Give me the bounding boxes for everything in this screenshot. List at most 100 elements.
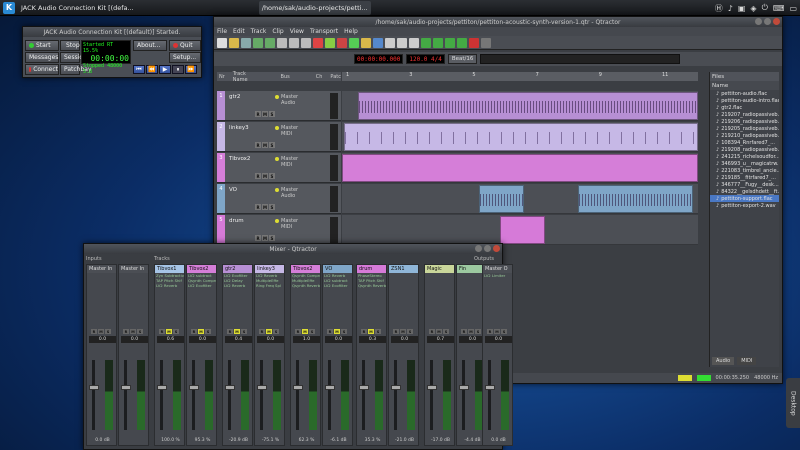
file-item[interactable]: ♪ 108394_Rnrfared7_...	[710, 139, 779, 146]
taskbar-item-qtractor[interactable]: /home/sak/audio-projects/petti...	[258, 0, 371, 15]
plugin-item[interactable]: LV2 Limiter	[483, 273, 512, 278]
pan-value[interactable]: 0.0	[121, 336, 148, 343]
tab-audio[interactable]: Audio	[712, 357, 735, 365]
solo-toggle[interactable]: S	[173, 329, 179, 334]
strip-name[interactable]: Tibvox1	[155, 265, 184, 273]
paste-icon[interactable]	[301, 37, 311, 48]
pan-value[interactable]: 0.6	[157, 336, 184, 343]
file-item[interactable]: ♪ 346993_u__magicatrw...	[710, 160, 779, 167]
track-name[interactable]: linkey3	[229, 125, 249, 131]
patchbay-button[interactable]: Patchbay	[60, 64, 92, 75]
messages-button[interactable]: Messages	[25, 52, 59, 63]
plugin-item[interactable]: LV2 Ecofilter	[187, 283, 216, 288]
minimize-icon[interactable]	[475, 245, 482, 252]
record-toggle[interactable]: R	[393, 329, 399, 334]
solo-toggle[interactable]: S	[309, 329, 315, 334]
record-toggle[interactable]: R	[429, 329, 435, 334]
volume-fader-track[interactable]	[362, 360, 365, 430]
track-lane[interactable]	[342, 153, 698, 183]
solo-toggle[interactable]: S	[375, 329, 381, 334]
zoom-in-icon[interactable]	[385, 37, 395, 48]
pan-value[interactable]: 0.0	[89, 336, 116, 343]
stop-button[interactable]: Stop	[60, 40, 80, 51]
solo-toggle[interactable]: S	[269, 142, 275, 148]
quit-button[interactable]: Quit	[169, 40, 201, 51]
mute-toggle[interactable]: M	[234, 329, 240, 334]
volume-fader-track[interactable]	[328, 360, 331, 430]
mute-toggle[interactable]: M	[494, 329, 500, 334]
mute-toggle[interactable]: M	[334, 329, 340, 334]
solo-toggle[interactable]: S	[105, 329, 111, 334]
plugin-item[interactable]: Ring Freq Spl	[255, 283, 284, 288]
mute-toggle[interactable]: M	[198, 329, 204, 334]
pan-value[interactable]: 0.0	[485, 336, 512, 343]
strip-name[interactable]: linkey3	[255, 265, 284, 273]
volume-icon[interactable]: ♪	[728, 4, 733, 13]
record-toggle[interactable]: R	[461, 329, 467, 334]
close-icon[interactable]	[493, 245, 500, 252]
mute-toggle[interactable]: M	[262, 173, 268, 179]
plugin-item[interactable]: Qsynth Reverb	[291, 283, 320, 288]
solo-toggle[interactable]: S	[269, 235, 275, 241]
save-icon[interactable]	[241, 37, 251, 48]
record-toggle[interactable]: R	[191, 329, 197, 334]
strip-name[interactable]: Tibvox2	[187, 265, 216, 273]
fader-handle[interactable]	[391, 385, 401, 390]
record-toggle[interactable]: R	[227, 329, 233, 334]
setup-button[interactable]: Setup...	[169, 52, 201, 63]
menu-file[interactable]: File	[217, 28, 227, 35]
fader-handle[interactable]	[427, 385, 437, 390]
plugin-item[interactable]: Qsynth Reverb	[357, 283, 386, 288]
track-lane[interactable]	[342, 122, 698, 152]
file-item[interactable]: ♪ 219210_radiopassiveb...	[710, 132, 779, 139]
fader-handle[interactable]	[121, 385, 131, 390]
strip-name[interactable]: Master O	[483, 265, 512, 273]
volume-fader-track[interactable]	[260, 360, 263, 430]
solo-toggle[interactable]: S	[443, 329, 449, 334]
solo-toggle[interactable]: S	[269, 204, 275, 210]
open-icon[interactable]	[229, 37, 239, 48]
record-toggle[interactable]: R	[487, 329, 493, 334]
new-icon[interactable]	[217, 37, 227, 48]
keyboard-icon[interactable]: ⌨	[773, 4, 785, 13]
track-row[interactable]: 4 VO Master Audio RMS	[217, 184, 341, 214]
volume-fader-track[interactable]	[124, 360, 127, 430]
track-lane[interactable]	[342, 91, 698, 121]
tempo-display[interactable]: 120.0 4/4	[406, 54, 445, 64]
track-row[interactable]: 1 gtr2 Master Audio RMS	[217, 91, 341, 121]
menu-edit[interactable]: Edit	[233, 28, 245, 35]
volume-fader-track[interactable]	[488, 360, 491, 430]
zoom-reset-icon[interactable]	[409, 37, 419, 48]
mute-toggle[interactable]: M	[262, 142, 268, 148]
forward-button[interactable]: ⏩	[185, 65, 197, 74]
punch-icon[interactable]	[481, 37, 491, 48]
fader-handle[interactable]	[157, 385, 167, 390]
volume-fader-track[interactable]	[462, 360, 465, 430]
plugin-item[interactable]: LV2 Ecofilter	[323, 283, 352, 288]
rewind-button[interactable]: ⏮	[133, 65, 145, 74]
file-item[interactable]: ♪ 219206_radiopassiveb...	[710, 118, 779, 125]
close-icon[interactable]	[773, 18, 780, 25]
file-item[interactable]: ♪ 219185__fitrfared7_...	[710, 174, 779, 181]
solo-toggle[interactable]: S	[241, 329, 247, 334]
pan-value[interactable]: 0.0	[257, 336, 284, 343]
file-item[interactable]: ♪ 219208_radiopassiveb...	[710, 146, 779, 153]
strip-name[interactable]: Tibvox2	[291, 265, 320, 273]
volume-fader-track[interactable]	[228, 360, 231, 430]
redo-icon[interactable]	[265, 37, 275, 48]
forward-icon[interactable]	[445, 37, 455, 48]
mute-toggle[interactable]: M	[468, 329, 474, 334]
menu-track[interactable]: Track	[251, 28, 267, 35]
solo-toggle[interactable]: S	[407, 329, 413, 334]
snap-select[interactable]: Beat/16	[447, 54, 478, 64]
pan-value[interactable]: 0.7	[427, 336, 454, 343]
strip-name[interactable]: Magic	[425, 265, 454, 273]
record-toggle[interactable]: R	[159, 329, 165, 334]
midi-clip[interactable]	[500, 216, 545, 244]
solo-toggle[interactable]: S	[269, 173, 275, 179]
minimize-icon[interactable]	[755, 18, 762, 25]
record-toggle[interactable]: R	[255, 235, 261, 241]
volume-fader-track[interactable]	[192, 360, 195, 430]
track-lane[interactable]	[342, 184, 698, 214]
record-toggle[interactable]: R	[361, 329, 367, 334]
